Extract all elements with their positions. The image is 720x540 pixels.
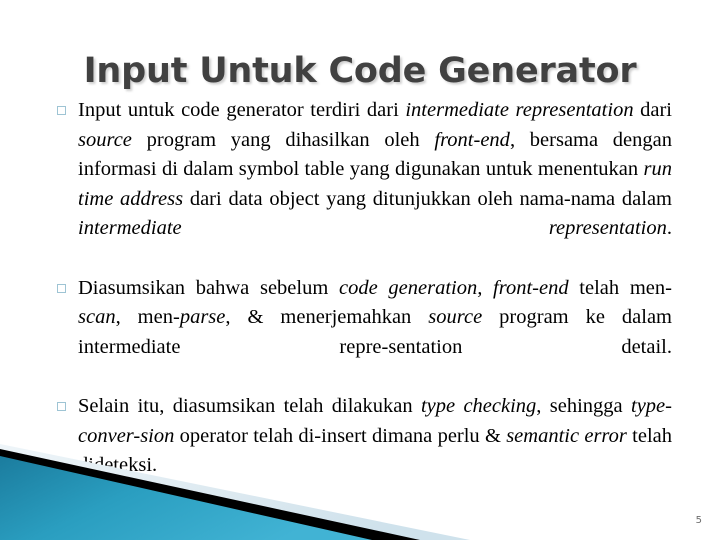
list-item: Input untuk code generator terdiri dari … xyxy=(56,96,672,274)
slide: Input Untuk Code Generator Input untuk c… xyxy=(0,0,720,540)
page-title: Input Untuk Code Generator xyxy=(0,49,720,93)
bullet-text-3: Selain itu, diasumsikan telah dilakukan … xyxy=(78,392,672,510)
slide-body: Input untuk code generator terdiri dari … xyxy=(56,96,672,510)
bullet-text-2: Diasumsikan bahwa sebelum code generatio… xyxy=(78,274,672,392)
square-bullet-icon xyxy=(57,106,66,115)
bullet-text-1: Input untuk code generator terdiri dari … xyxy=(78,96,672,274)
square-bullet-icon xyxy=(57,402,66,411)
list-item: Diasumsikan bahwa sebelum code generatio… xyxy=(56,274,672,392)
list-item: Selain itu, diasumsikan telah dilakukan … xyxy=(56,392,672,510)
square-bullet-icon xyxy=(57,284,66,293)
page-number: 5 xyxy=(696,515,702,526)
